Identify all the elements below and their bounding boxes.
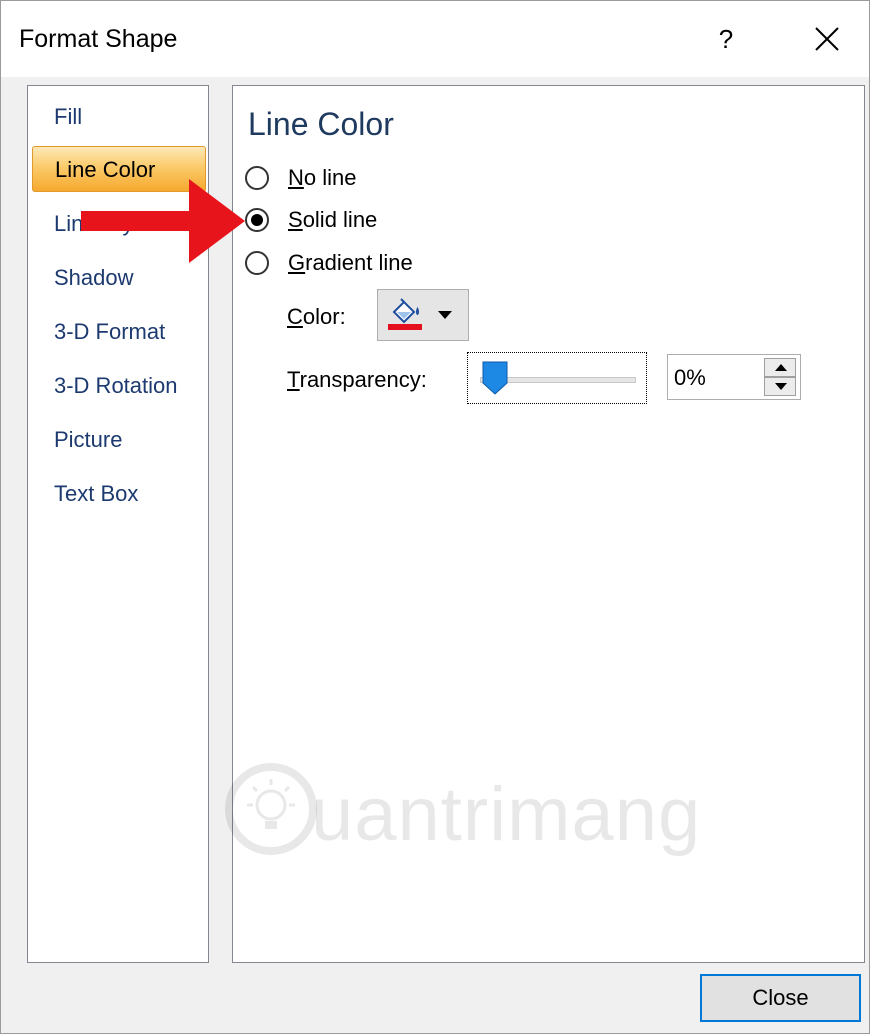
nav-item-line-style[interactable]: Line Style — [32, 201, 206, 247]
spin-up-button[interactable] — [764, 358, 796, 377]
color-label: Color: — [287, 304, 346, 329]
slider-thumb-icon[interactable] — [482, 361, 508, 395]
line-color-panel: Line Color No line Solid line Gradient l… — [232, 85, 865, 963]
line-color-button[interactable] — [377, 289, 469, 341]
solid-line-option[interactable]: Solid line — [245, 204, 377, 236]
no-line-option[interactable]: No line — [245, 162, 356, 194]
close-window-button[interactable] — [804, 17, 850, 61]
help-button[interactable]: ? — [703, 17, 749, 61]
format-shape-dialog: Format Shape ? Fill Line Color Line Styl… — [0, 0, 870, 1034]
nav-item-line-color[interactable]: Line Color — [32, 146, 206, 192]
nav-item-text-box[interactable]: Text Box — [32, 471, 206, 517]
section-title: Line Color — [248, 106, 394, 142]
transparency-spinner[interactable]: 0% — [667, 354, 801, 400]
chevron-down-icon — [438, 311, 452, 319]
nav-item-3d-rotation[interactable]: 3-D Rotation — [32, 363, 206, 409]
gradient-line-option[interactable]: Gradient line — [245, 247, 413, 279]
nav-item-picture[interactable]: Picture — [32, 417, 206, 463]
color-swatch — [388, 324, 422, 330]
chevron-down-icon — [775, 383, 787, 390]
transparency-slider[interactable] — [467, 352, 647, 404]
paint-bucket-icon — [392, 298, 419, 324]
gradient-line-radio[interactable] — [245, 251, 269, 275]
dialog-title: Format Shape — [19, 25, 178, 53]
nav-item-3d-format[interactable]: 3-D Format — [32, 309, 206, 355]
spinner-buttons — [764, 358, 796, 396]
category-list: Fill Line Color Line Style Shadow 3-D Fo… — [27, 85, 209, 963]
transparency-label: Transparency: — [287, 367, 427, 392]
chevron-up-icon — [775, 364, 787, 371]
gradient-line-label: Gradient line — [288, 250, 413, 275]
no-line-label: No line — [288, 165, 357, 190]
no-line-radio[interactable] — [245, 166, 269, 190]
solid-line-label: Solid line — [288, 207, 378, 232]
spin-down-button[interactable] — [764, 377, 796, 396]
close-button[interactable]: Close — [700, 974, 861, 1022]
transparency-value[interactable]: 0% — [674, 365, 706, 391]
title-bar: Format Shape ? — [1, 1, 869, 77]
solid-line-radio[interactable] — [245, 208, 269, 232]
nav-item-shadow[interactable]: Shadow — [32, 255, 206, 301]
close-icon — [815, 27, 839, 51]
nav-item-fill[interactable]: Fill — [32, 94, 206, 140]
